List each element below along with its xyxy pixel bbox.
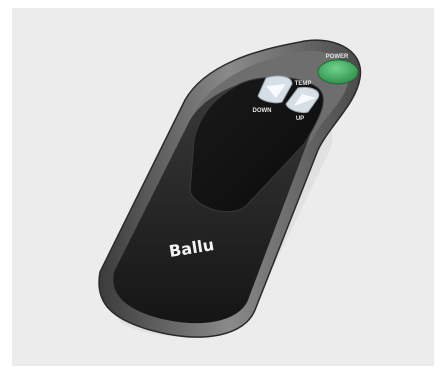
- temp-label: TEMP: [295, 81, 312, 87]
- remote-control-illustration: POWER TEMP DOWN UP Ballu: [98, 39, 362, 338]
- up-label: UP: [296, 116, 304, 122]
- down-label: DOWN: [253, 108, 272, 114]
- power-label: POWER: [326, 54, 349, 60]
- power-button[interactable]: [317, 59, 359, 85]
